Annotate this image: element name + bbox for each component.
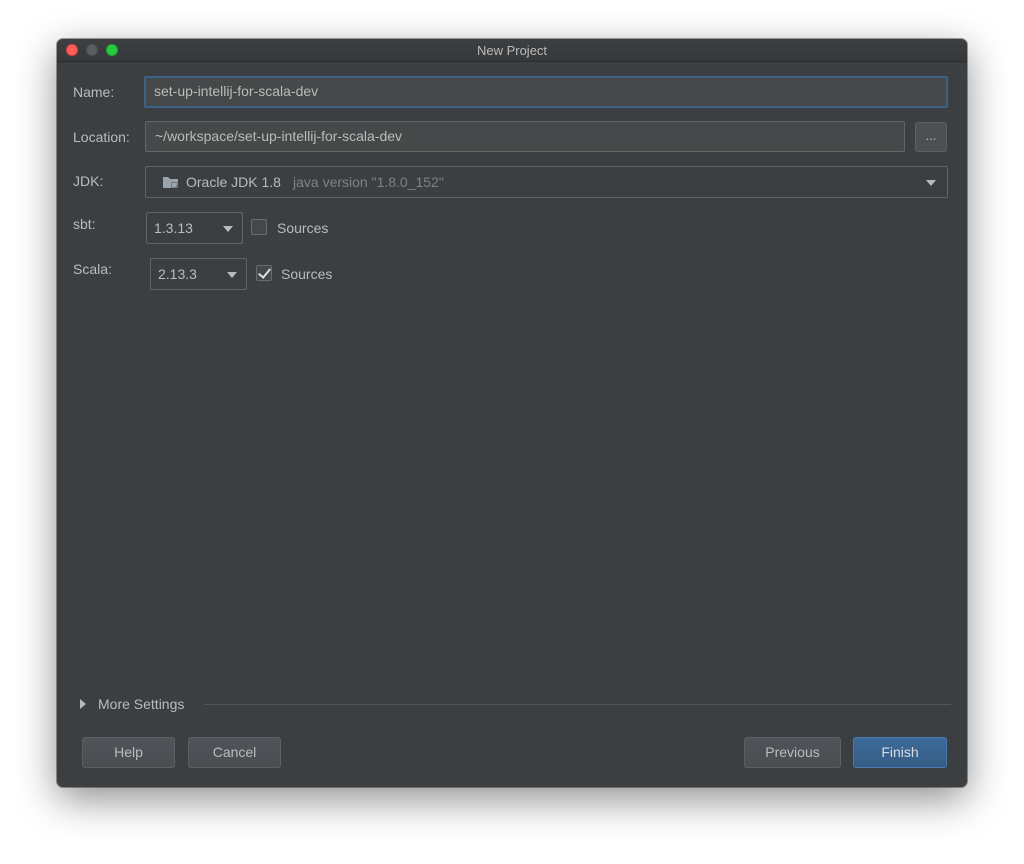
more-settings-divider [204,704,951,705]
name-input[interactable]: set-up-intellij-for-scala-dev [144,76,948,108]
chevron-down-icon [223,226,233,232]
jdk-label: JDK: [73,173,104,189]
location-input[interactable]: ~/workspace/set-up-intellij-for-scala-de… [145,121,905,152]
jdk-folder-icon [163,177,178,188]
name-label: Name: [73,84,115,100]
help-button[interactable]: Help [82,737,175,768]
new-project-dialog: New Project Name: set-up-intellij-for-sc… [57,39,967,787]
browse-location-button[interactable]: ... [915,122,947,152]
scala-version-value: 2.13.3 [158,266,197,282]
scala-version-select[interactable]: 2.13.3 [150,258,247,290]
chevron-down-icon [227,272,237,278]
jdk-name: Oracle JDK 1.8 [186,174,281,190]
title-bar[interactable]: New Project [57,39,967,62]
scala-label: Scala: [73,261,112,277]
scala-sources-label: Sources [281,266,333,282]
expand-triangle-icon[interactable] [80,699,86,709]
scala-sources-checkbox[interactable] [256,265,272,281]
sbt-version-select[interactable]: 1.3.13 [146,212,243,244]
window-title: New Project [476,43,548,58]
sbt-sources-label: Sources [277,220,329,236]
finish-button[interactable]: Finish [853,737,947,768]
checkmark-icon [257,265,272,279]
jdk-select[interactable]: Oracle JDK 1.8 java version "1.8.0_152" [145,166,948,198]
location-label: Location: [73,129,130,145]
chevron-down-icon [926,180,936,186]
previous-button[interactable]: Previous [744,737,841,768]
sbt-sources-checkbox[interactable] [251,219,267,235]
sbt-label: sbt: [73,216,96,232]
jdk-version: java version "1.8.0_152" [293,174,444,190]
cancel-button[interactable]: Cancel [188,737,281,768]
sbt-version-value: 1.3.13 [154,220,193,236]
more-settings-toggle[interactable]: More Settings [98,696,184,712]
